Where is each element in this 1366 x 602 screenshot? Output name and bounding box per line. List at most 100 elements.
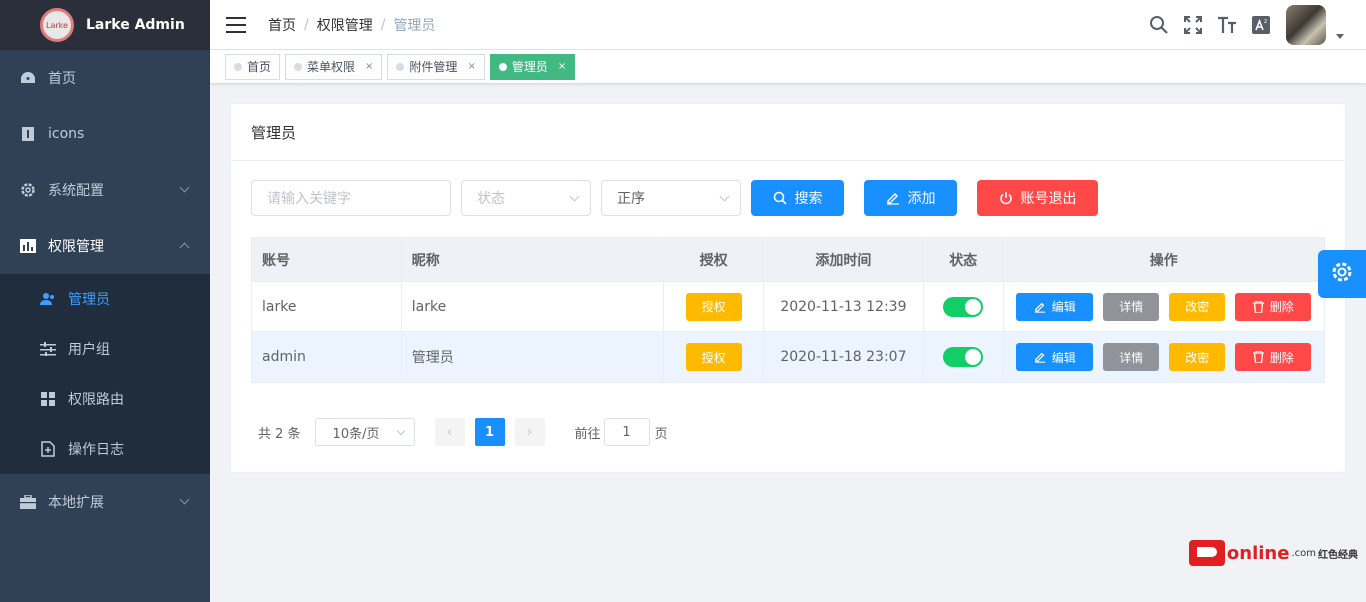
sidebar-item-operation-log[interactable]: 操作日志	[0, 424, 210, 474]
search-icon	[773, 191, 787, 205]
actions-cell: 编辑 详情 改密 删除	[1004, 332, 1324, 382]
sidebar-item-label: 操作日志	[68, 442, 124, 458]
authorize-button[interactable]: 授权	[685, 343, 742, 371]
table-header: 账号 昵称 授权 添加时间 状态 操作	[252, 238, 1324, 282]
auth-cell: 授权	[664, 282, 765, 331]
delete-label: 删除	[1269, 300, 1294, 314]
sidebar-item-label: 权限管理	[48, 239, 104, 255]
nickname-cell: 管理员	[402, 332, 665, 382]
column-header: 授权	[664, 238, 765, 281]
sidebar-item-home[interactable]: 首页	[0, 50, 210, 106]
chevron-down-icon	[179, 182, 190, 193]
sidebar-item-icons[interactable]: icons	[0, 106, 210, 162]
tag-dot	[498, 62, 507, 71]
status-select-placeholder: 状态	[477, 191, 505, 207]
sidebar-item-admins[interactable]: 管理员	[0, 274, 210, 324]
gear-icon	[20, 182, 36, 198]
sidebar-item-permission-routes[interactable]: 权限路由	[0, 374, 210, 424]
hamburger-icon[interactable]	[226, 16, 246, 33]
next-page-button[interactable]: ›	[514, 418, 545, 446]
close-icon[interactable]: ×	[467, 61, 475, 72]
users-icon	[40, 291, 56, 307]
fullscreen-icon[interactable]	[1182, 14, 1204, 36]
svg-text:z: z	[1264, 18, 1267, 25]
search-icon[interactable]	[1148, 14, 1170, 36]
navbar: 首页 / 权限管理 / 管理员 z	[210, 0, 1366, 50]
sidebar-item-user-groups[interactable]: 用户组	[0, 324, 210, 374]
goto-page-input[interactable]: 1	[603, 418, 650, 446]
change-password-button[interactable]: 改密	[1169, 292, 1226, 321]
tag-label: 菜单权限	[307, 60, 356, 74]
sidebar-item-local-extensions[interactable]: 本地扩展	[0, 474, 210, 530]
logo-bar[interactable]: Larke Larke Admin	[0, 0, 210, 50]
edit-label: 编辑	[1051, 350, 1076, 365]
tag-menu-permissions[interactable]: 菜单权限 ×	[285, 53, 383, 80]
briefcase-icon	[20, 494, 36, 510]
account-cell: larke	[252, 282, 402, 331]
detail-button[interactable]: 详情	[1103, 292, 1160, 321]
sort-select[interactable]: 正序	[601, 180, 741, 216]
status-select[interactable]: 状态	[461, 180, 591, 216]
delete-button[interactable]: 删除	[1235, 292, 1312, 321]
tag-attachments[interactable]: 附件管理 ×	[387, 53, 485, 80]
search-button[interactable]: 搜索	[751, 180, 844, 216]
status-switch[interactable]	[943, 296, 984, 317]
delete-label: 删除	[1269, 350, 1294, 365]
edit-icon	[886, 191, 900, 205]
page-size-value: 10条/页	[332, 426, 380, 442]
settings-drawer-toggle[interactable]	[1318, 250, 1366, 298]
status-cell	[924, 282, 1004, 331]
column-header: 状态	[924, 238, 1004, 281]
logout-account-button[interactable]: 账号退出	[977, 180, 1098, 216]
page-size-select[interactable]: 10条/页	[314, 418, 415, 446]
tag-admins[interactable]: 管理员 ×	[489, 53, 576, 80]
detail-button[interactable]: 详情	[1103, 343, 1160, 371]
sidebar-item-permissions[interactable]: 权限管理	[0, 218, 210, 274]
edit-button[interactable]: 编辑	[1016, 292, 1094, 321]
caret-down-icon[interactable]	[1336, 33, 1344, 39]
add-button[interactable]: 添加	[864, 180, 957, 216]
language-icon[interactable]: z	[1250, 14, 1272, 36]
page-number-current[interactable]: 1	[474, 418, 505, 446]
column-header: 操作	[1149, 252, 1178, 269]
edit-button[interactable]: 编辑	[1016, 343, 1094, 371]
watermark-logo: online .com 红色经典	[1188, 540, 1358, 566]
sidebar-item-label: 首页	[48, 71, 76, 87]
breadcrumb-current: 管理员	[393, 17, 436, 34]
actions-cell: 编辑 详情 改密 删除	[1004, 282, 1324, 331]
tag-label: 附件管理	[409, 60, 458, 74]
table-row: admin 管理员 授权 2020-11-18 23:07 编辑 详情 改密 删…	[252, 332, 1324, 382]
prev-page-button[interactable]: ‹	[434, 418, 465, 446]
chevron-down-icon	[396, 426, 405, 436]
breadcrumb-separator: /	[380, 16, 386, 33]
change-password-button[interactable]: 改密	[1169, 343, 1226, 371]
time-cell: 2020-11-18 23:07	[764, 332, 924, 382]
column-header: 账号	[252, 238, 402, 281]
sidebar-item-system-config[interactable]: 系统配置	[0, 162, 210, 218]
breadcrumb-home[interactable]: 首页	[268, 15, 296, 35]
close-icon[interactable]: ×	[558, 61, 566, 72]
card-title: 管理员	[231, 104, 1345, 161]
status-switch[interactable]	[943, 347, 984, 367]
trash-icon	[1252, 351, 1264, 363]
edit-icon	[1034, 351, 1046, 363]
breadcrumb-section[interactable]: 权限管理	[317, 15, 373, 35]
tag-home[interactable]: 首页	[225, 53, 281, 80]
chevron-down-icon	[719, 191, 730, 202]
sidebar-item-label: 权限路由	[68, 392, 124, 408]
keyword-input[interactable]: 请输入关键字	[251, 180, 451, 216]
authorize-button[interactable]: 授权	[685, 292, 742, 321]
sort-select-value: 正序	[617, 191, 645, 207]
nickname-cell: larke	[402, 282, 665, 331]
filter-bar: 请输入关键字 状态 正序 搜索 添加 账号退出	[251, 180, 1118, 216]
chevron-up-icon	[179, 242, 190, 253]
info-icon	[20, 126, 36, 142]
breadcrumb-separator: /	[304, 16, 309, 33]
font-size-icon[interactable]	[1216, 14, 1238, 36]
admin-table: 账号 昵称 授权 添加时间 状态 操作 larke larke 授权 2020-…	[251, 237, 1325, 383]
delete-button[interactable]: 删除	[1235, 343, 1312, 371]
watermark-domain: .com	[1291, 547, 1316, 559]
close-icon[interactable]: ×	[365, 61, 373, 72]
column-header: 昵称	[402, 238, 665, 281]
avatar[interactable]	[1286, 5, 1326, 45]
